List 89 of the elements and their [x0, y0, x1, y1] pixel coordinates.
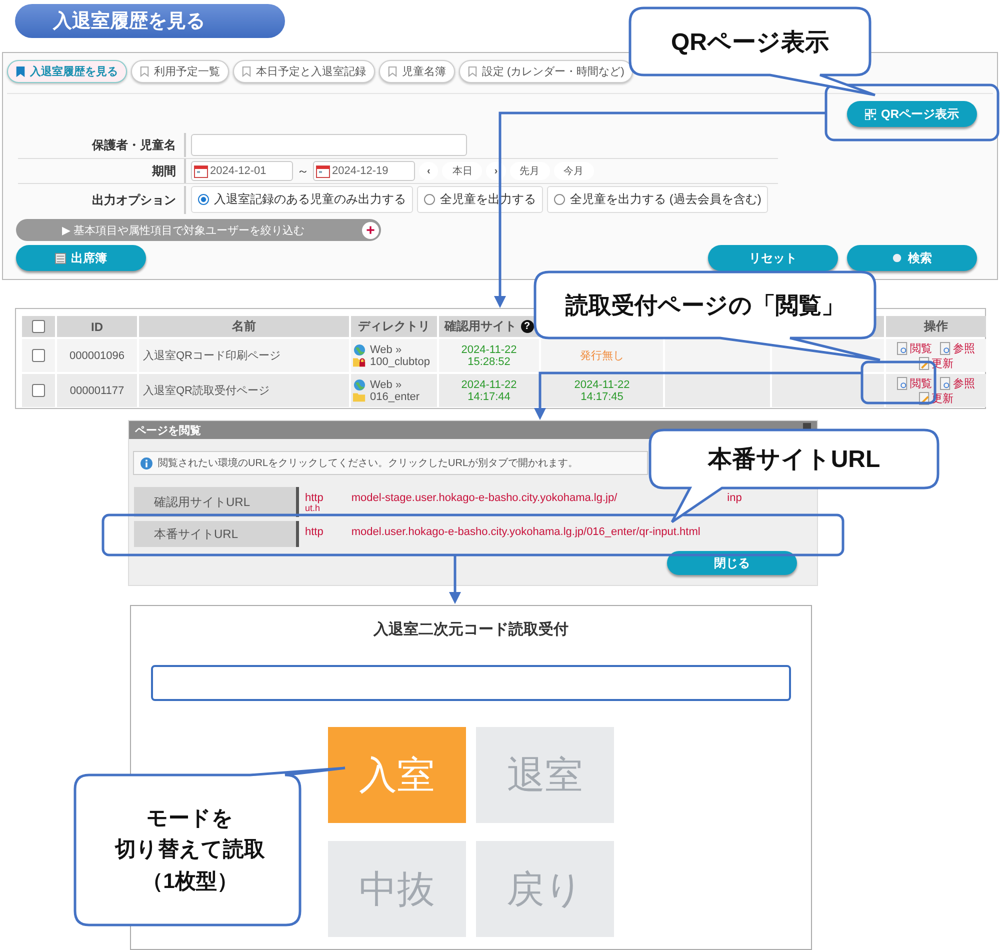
radio-option[interactable]: 入退室記録のある児童のみ出力する: [191, 186, 413, 213]
time-text: 15:28:52: [468, 356, 510, 368]
connector-arrow: [449, 555, 461, 604]
column-header: ディレクトリ: [351, 316, 437, 337]
filter-label: ▶ 基本項目や属性項目で対象ユーザーを絞り込む: [62, 224, 305, 238]
table-cell: 000001177: [70, 384, 124, 396]
bookmark-icon: [16, 66, 25, 77]
directory-label: Web »: [370, 378, 402, 390]
page-magnifier-icon: [940, 376, 951, 390]
callout-text: モードを 切り替えて読取 （1枚型）: [114, 806, 266, 895]
range-separator: ～: [297, 162, 309, 180]
tab[interactable]: 入退室履歴を見る: [7, 60, 127, 83]
url-label: 確認用サイトURL: [134, 487, 299, 517]
status-text: 発行無し: [580, 349, 624, 363]
globe-icon: [353, 344, 366, 356]
url-link[interactable]: http: [305, 492, 324, 504]
date-text: 2024-11-22: [461, 378, 517, 390]
info-icon: [140, 456, 153, 470]
radio-option[interactable]: 全児童を出力する: [417, 186, 543, 213]
field-label: 出力オプション: [18, 186, 186, 214]
attendance-button[interactable]: 出席簿: [16, 245, 146, 271]
tab[interactable]: 児童名簿: [379, 60, 455, 83]
date-text: 2024-11-22: [461, 344, 517, 356]
tab[interactable]: 本日予定と入退室記録: [233, 60, 375, 83]
calendar-icon: [316, 164, 330, 178]
directory-label: Web »: [370, 344, 402, 356]
page-magnifier-icon: [897, 376, 908, 390]
url-link[interactable]: http: [305, 526, 324, 538]
column-header: ID: [57, 316, 137, 337]
table-cell-text: 入退室QRコード印刷ページ: [143, 348, 280, 363]
name-input-field[interactable]: [191, 134, 467, 156]
view-link[interactable]: 閲覧: [897, 340, 932, 356]
folder-name: 100_clubtop: [370, 356, 430, 368]
callout-text: 読取受付ページの「閲覧」: [564, 290, 846, 320]
date-nav-button[interactable]: 今月: [554, 162, 594, 180]
date-nav-button[interactable]: ‹: [419, 162, 438, 180]
document-icon: [55, 252, 66, 264]
table-cell: 000001096: [69, 350, 125, 362]
date-field[interactable]: 2024-12-19: [313, 161, 415, 181]
url-link[interactable]: ut.h: [305, 504, 742, 513]
url-link[interactable]: model.user.hokago-e-basho.city.yokohama.lg.jp/016_enter/qr-input.html: [351, 526, 700, 538]
time-text: 14:17:45: [580, 390, 624, 402]
date-nav-button[interactable]: 先月: [510, 162, 550, 180]
column-header: 確認用サイト: [444, 318, 516, 335]
checkbox[interactable]: [32, 384, 45, 397]
globe-icon: [353, 378, 366, 390]
radio-option[interactable]: 全児童を出力する (過去会員を含む): [547, 186, 768, 213]
bookmark-icon: [388, 66, 397, 77]
filter-toggle-bar[interactable]: ▶ 基本項目や属性項目で対象ユーザーを絞り込む +: [16, 219, 381, 241]
table-cell-text: 入退室QR読取受付ページ: [143, 384, 270, 398]
field-label: 期間: [18, 159, 186, 183]
page-title: 入退室履歴を見る: [15, 4, 285, 38]
url-link[interactable]: inp: [727, 492, 742, 504]
calendar-icon: [194, 164, 208, 178]
column-header: 名前: [139, 316, 349, 337]
qr-page-button[interactable]: QRページ表示: [847, 101, 977, 127]
page-magnifier-icon: [940, 342, 951, 354]
time-text: 14:17:44: [468, 390, 510, 402]
info-text: 閲覧されたい環境のURLをクリックしてください。クリックしたURLが別タブで開かれます。: [158, 456, 578, 470]
bookmark-icon: [242, 66, 251, 77]
help-icon[interactable]: ?: [520, 320, 534, 333]
date-text: 2024-11-22: [574, 378, 630, 390]
date-nav-button[interactable]: 本日: [442, 162, 482, 180]
column-header: 操作: [886, 316, 986, 337]
dialog-title: ページを閲覧: [135, 424, 201, 438]
field-label: 保護者・児童名: [18, 133, 186, 157]
callout-text: 本番サイトURL: [706, 445, 882, 475]
checkbox[interactable]: [32, 320, 45, 333]
tab[interactable]: 設定 (カレンダー・時間など): [459, 60, 634, 83]
url-link[interactable]: model-stage.user.hokago-e-basho.city.yokohama.lg.jp/: [351, 492, 618, 504]
search-icon: [892, 252, 903, 264]
bookmark-icon: [140, 66, 149, 77]
reset-button[interactable]: リセット: [708, 245, 838, 271]
qr-code-icon: [865, 108, 876, 120]
folder-name: 016_enter: [370, 390, 420, 402]
tab[interactable]: 利用予定一覧: [131, 60, 229, 83]
code-input-field[interactable]: [151, 665, 791, 701]
plus-icon: +: [362, 222, 379, 238]
search-button[interactable]: 検索: [847, 245, 977, 271]
reference-link[interactable]: 参照: [940, 376, 975, 390]
reader-title: 入退室二次元コード読取受付: [374, 620, 568, 639]
callout-text: QRページ表示: [670, 28, 830, 58]
view-link[interactable]: 閲覧: [897, 376, 932, 390]
bookmark-icon: [468, 66, 477, 77]
date-field[interactable]: 2024-12-01: [191, 161, 293, 181]
page-magnifier-icon: [897, 342, 908, 354]
url-label: 本番サイトURL: [134, 521, 299, 547]
reference-link[interactable]: 参照: [940, 340, 975, 356]
checkbox[interactable]: [32, 349, 45, 362]
